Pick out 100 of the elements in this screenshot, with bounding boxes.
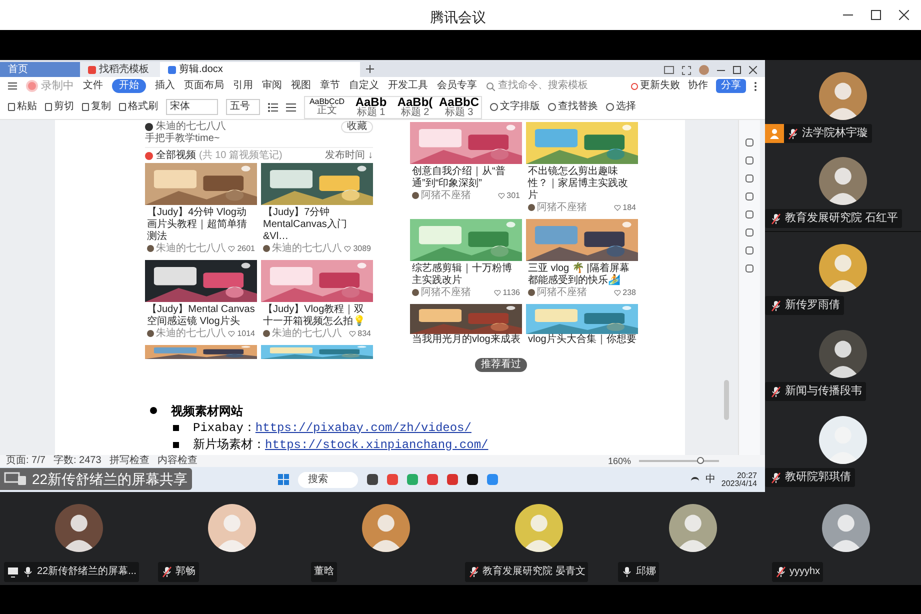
muted-mic-icon[interactable] [770,212,782,224]
mic-icon[interactable] [22,566,34,578]
ribbon-button[interactable]: 复制 [82,102,111,112]
style-option[interactable]: AaBbCcD 正文 [305,96,349,118]
heart-icon[interactable] [228,330,236,336]
tab-label: 首页 [8,64,28,74]
list-heading: 视频素材网站 [171,404,243,416]
scrollbar[interactable] [724,380,729,420]
menu-item[interactable]: 开始 [112,79,146,93]
zoom-text[interactable]: 160% [608,456,631,466]
like-count: 184 [622,204,636,212]
layout-icon[interactable] [664,66,674,74]
start-icon[interactable] [278,474,289,485]
ribbon-button[interactable]: 选择 [606,102,636,112]
muted-mic-icon[interactable] [774,566,786,578]
ribbon-button[interactable]: 粘贴 [8,102,37,112]
muted-mic-icon[interactable] [770,300,782,312]
menu-icon[interactable] [8,82,17,90]
tab[interactable]: 找稻壳模板 [80,62,160,77]
heart-icon[interactable] [614,204,621,210]
name-label: 新传罗雨倩 [765,296,844,315]
style-option[interactable]: AaBbC 标题 3 [437,96,481,118]
ribbon-button[interactable]: 查找替换 [548,102,598,112]
bullet-list-icon[interactable] [268,102,278,112]
more-icon[interactable] [754,82,757,90]
link[interactable]: https://stock.xinpianchang.com/ [265,438,488,452]
author-name: 朱迪的七七八八 [272,243,342,254]
avatar [819,330,867,378]
close-icon[interactable] [749,66,757,74]
sort-button[interactable]: 发布时间 ↓ [325,150,373,160]
name-label: 法学院林宇璇 [765,124,872,143]
new-tab-icon[interactable] [366,65,374,73]
restore-icon[interactable] [733,66,741,74]
ribbon-button[interactable]: 格式刷 [119,102,158,112]
tab[interactable]: 剪辑.docx [160,62,360,77]
author-avatar [528,204,535,211]
menu-item[interactable]: 插入 [155,79,175,93]
menu-item[interactable]: 页面布局 [184,79,224,93]
heart-icon[interactable] [228,246,236,252]
author-avatar [263,330,270,337]
heart-icon[interactable] [344,246,352,252]
style-option[interactable]: AaBb( 标题 2 [393,96,437,118]
author-avatar [147,245,154,252]
name-label: 新闻与传播段韦 [765,382,866,401]
font-select[interactable]: 宋体 [166,99,218,115]
muted-mic-icon[interactable] [468,566,480,578]
heart-icon[interactable] [614,290,621,296]
heart-icon[interactable] [494,290,501,296]
heart-icon[interactable] [498,192,505,198]
style-option[interactable]: AaBb 标题 1 [349,96,393,118]
muted-mic-icon[interactable] [787,128,799,140]
muted-mic-icon[interactable] [770,472,782,484]
name-label: 教育发展研究院 晏青文 [464,562,588,582]
recent-pill[interactable]: 推荐看过 [475,358,527,372]
command-search-field[interactable]: 查找命令、搜索模板 [486,81,588,91]
author-name: 朱迪的七七八八 [156,243,226,254]
author-name: 阿猪不座猪 [537,202,587,213]
muted-mic-icon[interactable] [160,566,172,578]
name-label: 郭畅 [158,562,198,582]
status-text: 内容检查 [157,456,198,466]
sync-status[interactable]: 更新失败 [631,81,680,91]
ribbon-button[interactable]: 文字排版 [490,102,540,112]
size-select[interactable]: 五号 [226,99,260,115]
bullet-square [173,424,179,430]
menu-item[interactable]: 自定义 [349,79,379,93]
document-app-icon[interactable] [447,474,458,485]
app-icon[interactable] [367,474,378,485]
close-icon[interactable] [899,10,909,20]
ribbon-button[interactable]: 剪切 [45,102,74,112]
clock-time: 20:27 [736,472,757,480]
tab[interactable]: 首页 [0,62,80,77]
template-icon [88,66,96,74]
status-text: 页面: 7/7 [6,456,46,466]
menu-item[interactable]: 开发工具 [388,79,428,93]
search-field[interactable]: 搜索 [298,472,358,488]
maximize-icon[interactable] [871,10,881,20]
video-title: 【Judy】4分钟 Vlog动画片头教程｜超简单猜测法 [146,206,248,242]
muted-mic-icon[interactable] [770,386,782,398]
ime-indicator[interactable]: 中 [705,474,716,484]
list-text: 新片场素材：https://stock.xinpianchang.com/ [193,438,488,450]
like-count: 834 [358,330,371,338]
name-label: 22新传舒绪兰的屏幕... [4,562,140,582]
video-editor-icon[interactable] [467,474,478,485]
menu-item[interactable]: 文件 [83,79,103,93]
save-button[interactable]: 收藏 [341,120,373,132]
menu-item[interactable]: 引用 [233,79,253,93]
menu-item[interactable]: 章节 [320,79,340,93]
menu-item[interactable]: 审阅 [262,79,282,93]
music-icon[interactable] [427,474,438,485]
browser-icon[interactable] [387,474,398,485]
search-icon [486,82,495,90]
collab-button[interactable]: 协作 [688,81,708,91]
link[interactable]: https://pixabay.com/zh/videos/ [255,420,472,434]
align-icon[interactable] [286,102,296,112]
heart-icon[interactable] [348,330,356,336]
tab-label: 找稻壳模板 [99,64,149,74]
menu-item[interactable]: 会员专享 [437,79,477,93]
mic-icon[interactable] [621,566,633,578]
share-button[interactable]: 分享 [716,79,746,93]
menu-item[interactable]: 视图 [291,79,311,93]
